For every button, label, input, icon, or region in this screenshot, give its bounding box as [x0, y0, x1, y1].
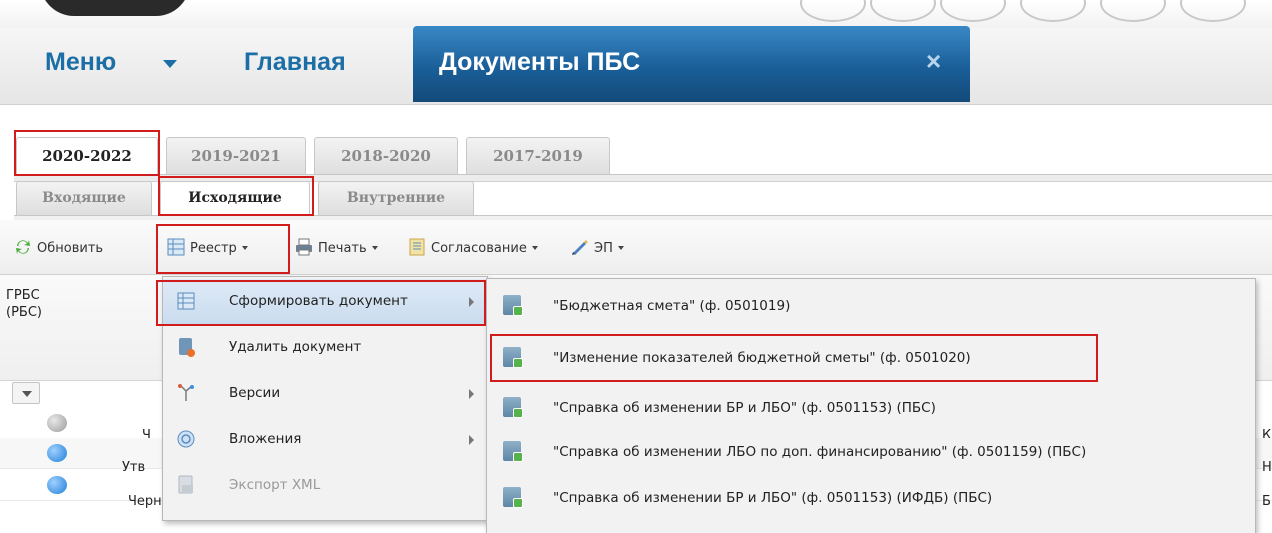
- submenu-item-label: "Справка об изменении ЛБО по доп. финанс…: [553, 444, 1087, 460]
- submenu-item-label: "Справка об изменении БР и ЛБО" (ф. 0501…: [553, 400, 936, 416]
- menu-item-label: Удалить документ: [229, 339, 362, 355]
- dropdown-caret-icon: [371, 246, 378, 250]
- submenu-arrow-icon: [469, 297, 474, 307]
- column-header-grbs-text: ГРБС (РБС): [6, 288, 42, 320]
- menu-item-attachments[interactable]: Вложения: [163, 417, 487, 463]
- versions-icon: [178, 384, 194, 401]
- ornament-ring: [940, 0, 1006, 22]
- tab-period-2018-2020[interactable]: 2018-2020: [314, 137, 458, 175]
- menu-item-create-document[interactable]: Сформировать документ: [163, 279, 487, 325]
- submenu-item-lbo-additional-financing[interactable]: "Справка об изменении ЛБО по доп. финанс…: [487, 429, 1255, 475]
- ornament-ring: [1100, 0, 1166, 22]
- submenu-item-br-lbo-ifdb[interactable]: "Справка об изменении БР и ЛБО" (ф. 0501…: [487, 475, 1255, 521]
- submenu-item-label: "Бюджетная смета" (ф. 0501019): [553, 298, 791, 314]
- print-label: Печать: [318, 241, 367, 256]
- dropdown-caret-icon: [241, 246, 248, 250]
- submenu-item-budget-estimate[interactable]: "Бюджетная смета" (ф. 0501019): [487, 283, 1255, 329]
- submenu-item-label: "Изменение показателей бюджетной сметы" …: [553, 350, 971, 366]
- printer-icon: [296, 238, 312, 256]
- column-filter-button[interactable]: [12, 382, 40, 404]
- tab-label: Документы ПБС: [439, 48, 641, 76]
- menu-item-label: Экспорт XML: [229, 477, 321, 493]
- document-icon: [503, 295, 523, 316]
- ornament-ring: [800, 0, 866, 22]
- menu-item-label: Вложения: [229, 431, 302, 447]
- document-icon: [503, 347, 523, 368]
- toolbar: Обновить Реестр Печать Согласование ЭП: [0, 220, 1272, 275]
- ep-button[interactable]: ЭП: [571, 238, 624, 256]
- document-icon: [503, 441, 523, 462]
- approval-label: Согласование: [431, 241, 527, 256]
- banner-logo-shape: [40, 0, 190, 16]
- menu-item-delete-document[interactable]: Удалить документ: [163, 325, 487, 371]
- signature-icon: [572, 240, 588, 255]
- submenu-item-br-lbo-change[interactable]: "Справка об изменении БР и ЛБО" (ф. 0501…: [487, 385, 1255, 431]
- refresh-button[interactable]: Обновить: [14, 238, 103, 256]
- create-document-submenu: "Бюджетная смета" (ф. 0501019) "Изменени…: [486, 278, 1256, 533]
- ornament-ring: [1020, 0, 1086, 22]
- status-indicator-icon: [47, 444, 67, 462]
- close-icon[interactable]: ×: [926, 46, 941, 77]
- dropdown-caret-icon: [531, 246, 538, 250]
- ornament-ring: [1180, 0, 1246, 22]
- top-banner: [0, 0, 1272, 28]
- refresh-icon: [16, 240, 30, 254]
- menu-item-versions[interactable]: Версии: [163, 371, 487, 417]
- document-icon: [503, 487, 523, 508]
- menu-item-export-xml: Экспорт XML: [163, 463, 487, 509]
- chevron-down-icon: [22, 391, 32, 397]
- status-indicator-icon: [47, 414, 67, 432]
- refresh-label: Обновить: [37, 241, 104, 256]
- chevron-down-icon[interactable]: [163, 60, 177, 68]
- ornament-ring: [870, 0, 936, 22]
- column-header-grbs[interactable]: ГРБС (РБС): [6, 287, 42, 321]
- tab-internal[interactable]: Внутренние: [318, 181, 474, 215]
- menu-item-label: Сформировать документ: [229, 293, 408, 309]
- row-trailing-text: БР: [1262, 494, 1272, 509]
- tab-period-2019-2021[interactable]: 2019-2021: [166, 137, 306, 175]
- tab-period-2020-2022[interactable]: 2020-2022: [16, 137, 158, 175]
- registry-icon: [167, 238, 185, 256]
- document-icon: [503, 397, 523, 418]
- tab-period-2017-2019[interactable]: 2017-2019: [466, 137, 610, 175]
- menu-link[interactable]: Меню: [45, 48, 116, 77]
- submenu-item-label: "Справка об изменении БР и ЛБО" (ф. 0501…: [553, 490, 993, 506]
- registry-button[interactable]: Реестр: [167, 238, 248, 256]
- approval-button[interactable]: Согласование: [408, 238, 538, 256]
- tab-incoming[interactable]: Входящие: [16, 181, 152, 215]
- tab-outgoing[interactable]: Исходящие: [160, 181, 310, 215]
- submenu-arrow-icon: [469, 389, 474, 399]
- submenu-item-budget-estimate-change[interactable]: "Изменение показателей бюджетной сметы" …: [487, 335, 1255, 381]
- tab-documents-pbs[interactable]: Документы ПБС ×: [413, 26, 970, 102]
- print-button[interactable]: Печать: [295, 238, 378, 256]
- registry-icon: [177, 292, 195, 310]
- status-indicator-icon: [47, 476, 67, 494]
- delete-doc-icon: [179, 338, 195, 357]
- menu-item-label: Версии: [229, 385, 281, 401]
- approval-icon: [409, 238, 425, 256]
- registry-label: Реестр: [190, 241, 237, 256]
- ep-label: ЭП: [594, 241, 613, 256]
- submenu-arrow-icon: [469, 435, 474, 445]
- registry-context-menu: Сформировать документ Удалить документ В…: [162, 276, 488, 521]
- attachments-icon: [177, 430, 195, 448]
- home-link[interactable]: Главная: [244, 48, 346, 77]
- export-xml-icon: [178, 475, 193, 494]
- dropdown-caret-icon: [617, 246, 624, 250]
